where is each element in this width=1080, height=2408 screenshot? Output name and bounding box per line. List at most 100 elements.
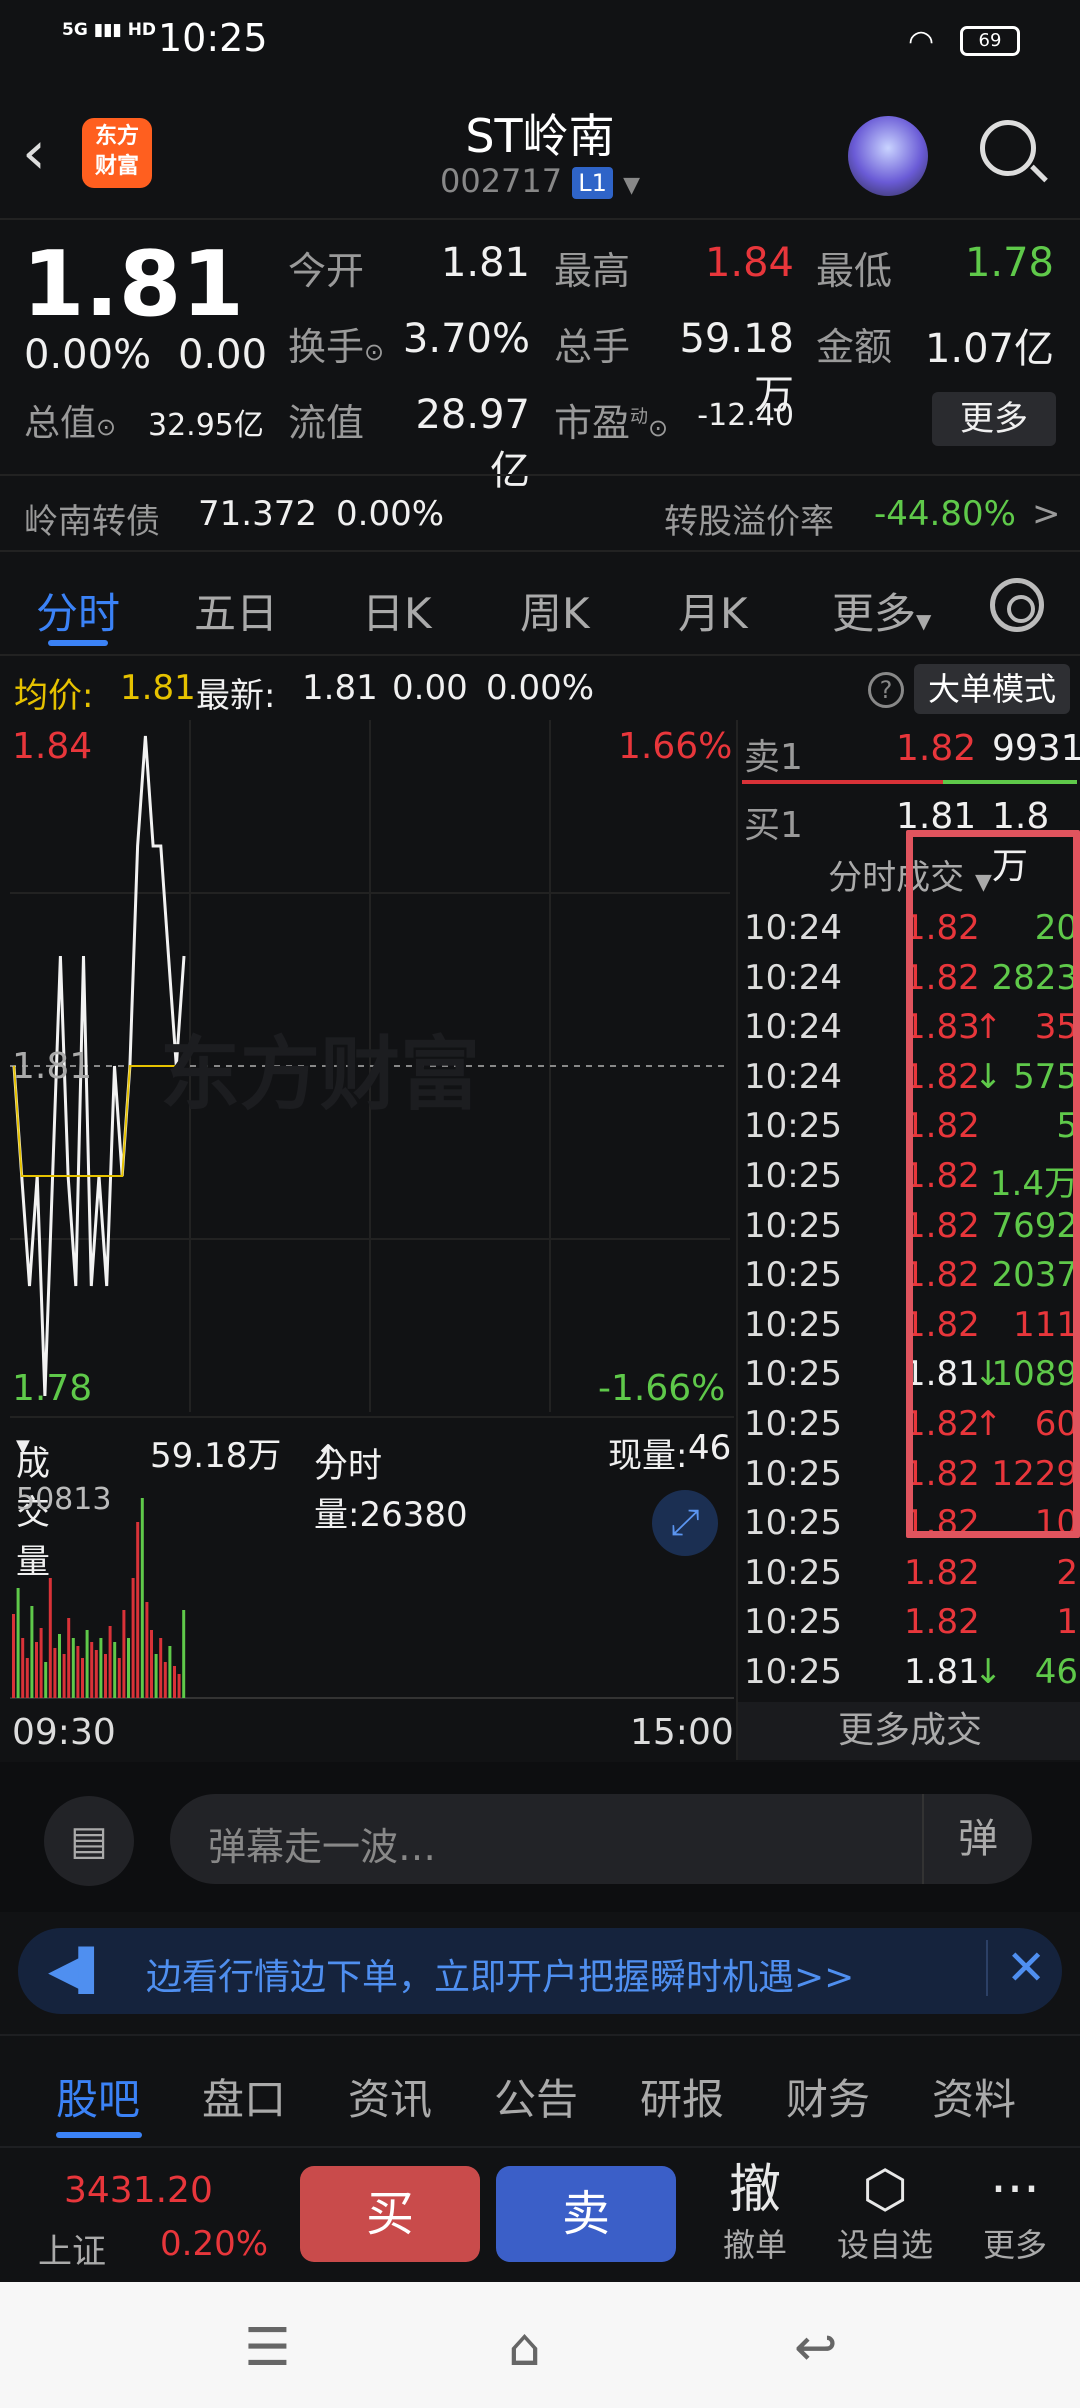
volume-bar <box>182 1610 186 1698</box>
tab-indicator <box>48 640 108 646</box>
help-icon[interactable]: ? <box>868 672 904 708</box>
sell-depth-bar <box>742 780 1077 784</box>
tick-time: 10:25 <box>744 1255 842 1296</box>
volume-bar <box>25 1658 29 1698</box>
float-label: 流值 <box>288 401 365 445</box>
tick-row: 10:25 1.81 ↓ 46 <box>738 1648 1080 1698</box>
volume-bar <box>85 1630 89 1698</box>
volume-bar <box>127 1638 130 1698</box>
danmu-input[interactable]: 弹幕走一波… 弹 <box>170 1794 1032 1884</box>
volume-bar <box>39 1628 43 1698</box>
ad-banner[interactable]: ◀▌ 边看行情边下单，立即开户把握瞬时机遇>> ✕ <box>18 1928 1062 2014</box>
buy-button[interactable]: 买 <box>300 2166 480 2262</box>
tick-row: 10:25 1.82 1 <box>738 1598 1080 1648</box>
expand-icon[interactable]: ⤢ <box>652 1490 718 1556</box>
tab-intraday[interactable]: 分时 <box>36 580 120 641</box>
volume-bar <box>58 1634 61 1698</box>
volume-bar <box>53 1648 57 1698</box>
level-badge: L1 <box>572 167 613 199</box>
volume-total: 59.18万 <box>150 1436 282 1476</box>
tick-time: 10:25 <box>744 1503 842 1544</box>
tick-time: 10:25 <box>744 1106 842 1147</box>
tab-profile[interactable]: 资料 <box>932 2066 1016 2127</box>
system-nav-bar: ☰ ⌂ ↩ <box>0 2282 1080 2408</box>
back-nav-icon[interactable]: ↩ <box>794 2318 838 2378</box>
add-watchlist-button[interactable]: ⬡ 设自选 <box>830 2160 940 2266</box>
tick-time: 10:24 <box>744 1007 842 1048</box>
premium-label: 转股溢价率 <box>664 502 834 542</box>
sell-1-price: 1.82 <box>896 728 977 769</box>
tab-news[interactable]: 资讯 <box>348 2066 432 2127</box>
more-button[interactable]: ··· 更多 <box>960 2160 1070 2266</box>
tick-volume: 1 <box>1056 1602 1078 1643</box>
total-value-label: 总值⊙ <box>24 403 117 444</box>
cancel-order-button[interactable]: 撤 撤单 <box>700 2160 810 2266</box>
battery-icon: 69 <box>960 26 1020 56</box>
more-trades-button[interactable]: 更多成交 <box>738 1702 1080 1760</box>
index-value[interactable]: 3431.20 <box>64 2170 213 2211</box>
assistant-robot-icon[interactable] <box>848 116 928 196</box>
tab-pankou[interactable]: 盘口 <box>202 2066 286 2127</box>
tick-price: 1.81 <box>904 1652 980 1692</box>
search-icon[interactable] <box>980 120 1036 176</box>
wifi-icon: ◠ <box>908 24 935 59</box>
tick-time: 10:25 <box>744 1205 842 1246</box>
sell-1-row[interactable]: 卖1 1.82 9931 <box>738 720 1080 780</box>
tab-notices[interactable]: 公告 <box>494 2066 578 2127</box>
tab-monthly-k[interactable]: 月K <box>678 580 748 641</box>
tick-price: 1.82 <box>904 1552 980 1593</box>
tick-time: 10:24 <box>744 1056 842 1097</box>
volume-bar <box>48 1578 52 1698</box>
change-pct: 0.00% <box>24 332 152 378</box>
intraday-chart[interactable]: 1.84 1.66% 1.81 1.78 -1.66% 东方财富 <box>10 720 734 1412</box>
ad-text: 边看行情边下单，立即开户把握瞬时机遇>> <box>146 1957 855 1998</box>
menu-icon[interactable]: ☰ <box>244 2318 291 2378</box>
status-bar: 5G ▮▮▮ HD 10:25 ◠ 69 <box>0 0 1080 80</box>
total-value: 32.95亿 <box>148 408 264 443</box>
post-icon[interactable]: ▤ <box>44 1796 134 1886</box>
avg-label: 均价: <box>14 676 94 716</box>
tab-weekly-k[interactable]: 周K <box>520 580 590 641</box>
home-icon[interactable]: ⌂ <box>508 2318 541 2378</box>
cancel-label: 撤单 <box>722 2226 787 2264</box>
volume-bar <box>81 1658 84 1698</box>
tab-more[interactable]: 更多▼ <box>832 580 931 641</box>
danmu-toggle-button[interactable]: 弹 <box>922 1794 1032 1884</box>
chevron-right-icon: > <box>1032 494 1061 534</box>
volume-bar <box>67 1618 71 1698</box>
tick-time: 10:24 <box>744 957 842 998</box>
pe-label: 市盈动⊙ <box>554 401 669 445</box>
tab-guba[interactable]: 股吧 <box>56 2066 140 2127</box>
sell-button[interactable]: 卖 <box>496 2166 676 2262</box>
pct-top-label: 1.66% <box>618 726 733 767</box>
close-icon[interactable]: ✕ <box>986 1940 1046 1996</box>
sell-1-label: 卖1 <box>744 737 803 778</box>
index-name: 上证 <box>38 2232 106 2272</box>
info-tab-indicator <box>56 2132 142 2138</box>
volume-bar <box>104 1654 107 1698</box>
gear-icon[interactable] <box>990 578 1044 632</box>
volume-bar <box>94 1650 98 1698</box>
change-value: 0.00 <box>178 332 268 378</box>
tab-five-day[interactable]: 五日 <box>194 580 278 641</box>
volume-bar <box>154 1654 158 1698</box>
tab-daily-k[interactable]: 日K <box>362 580 432 641</box>
tick-time: 10:25 <box>744 1354 842 1395</box>
quote-panel: 1.81 0.00% 0.00 总值⊙ 32.95亿 今开 1.81 最高 1.… <box>0 222 1080 494</box>
convertible-bond-row[interactable]: 岭南转债 71.372 0.00% 转股溢价率 -44.80% > <box>0 474 1080 552</box>
big-order-mode-button[interactable]: 大单模式 <box>914 664 1070 714</box>
bond-pct: 0.00% <box>336 494 445 534</box>
tab-finance[interactable]: 财务 <box>786 2066 870 2127</box>
info-tabs: 股吧 盘口 资讯 公告 研报 财务 资料 <box>0 2034 1080 2146</box>
amount-label: 金额 <box>816 325 893 369</box>
tick-direction: ↓ <box>974 1652 1003 1692</box>
volume-bar <box>117 1658 121 1698</box>
volume-bar <box>113 1642 117 1698</box>
volume-bar <box>173 1666 176 1698</box>
tab-research[interactable]: 研报 <box>640 2066 724 2127</box>
volume-bar: 成交量 ▼ 59.18万 分时量:26380 ↑ 现量: 46 <box>10 1416 734 1582</box>
chart-tabs: 分时 五日 日K 周K 月K 更多▼ <box>0 554 1080 656</box>
volume-bar <box>71 1638 75 1698</box>
tick-row: 10:25 1.82 2 <box>738 1549 1080 1599</box>
more-quote-button[interactable]: 更多 <box>932 392 1056 446</box>
